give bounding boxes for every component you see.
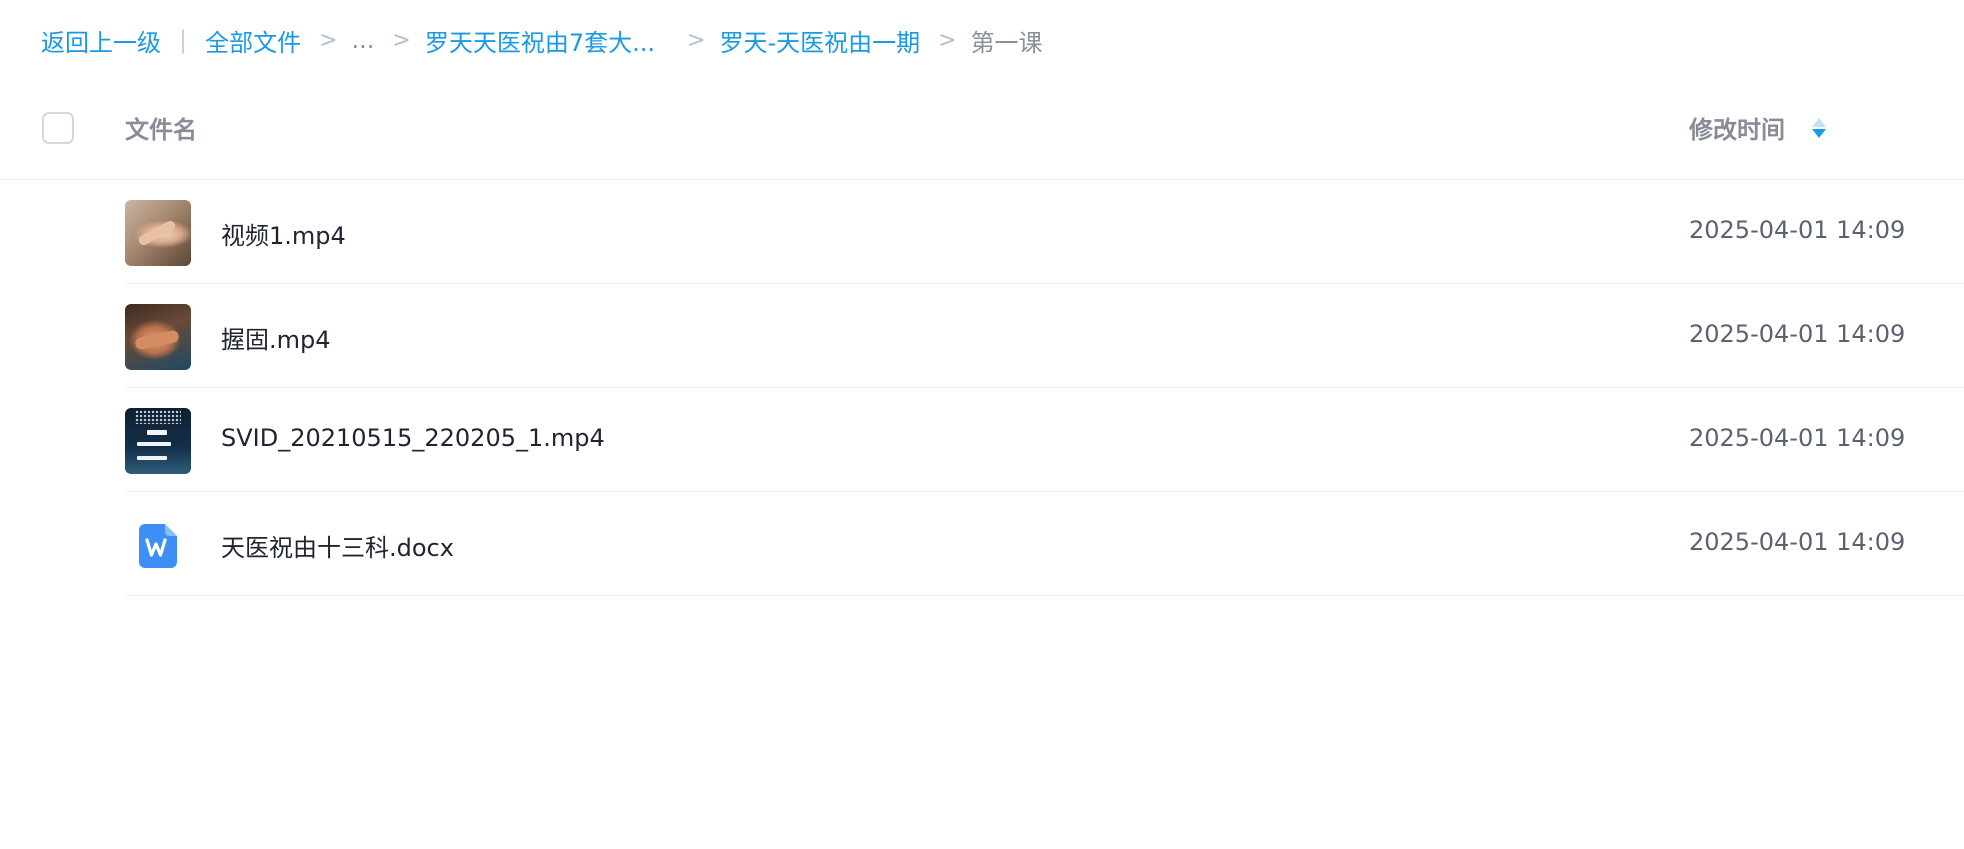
file-modified-time: 2025-04-01 14:09	[1689, 216, 1906, 244]
file-row[interactable]: 视频1.mp4 2025-04-01 14:09	[0, 180, 1964, 284]
breadcrumb-separator: >	[687, 27, 706, 53]
file-name[interactable]: SVID_20210515_220205_1.mp4	[221, 424, 605, 452]
breadcrumb-separator: >	[938, 27, 957, 53]
file-name[interactable]: 握固.mp4	[221, 320, 331, 355]
breadcrumb-ellipsis[interactable]: ...	[352, 26, 375, 54]
back-to-parent-link[interactable]: 返回上一级	[41, 23, 161, 58]
breadcrumb-current-folder: 第一课	[970, 28, 1043, 57]
breadcrumb: 返回上一级 | 全部文件 > ... > 罗天天医祝由7套大... > 罗天-天…	[41, 22, 1043, 58]
file-modified-time: 2025-04-01 14:09	[1689, 320, 1906, 348]
breadcrumb-folder-collection[interactable]: 罗天天医祝由7套大...	[425, 23, 655, 58]
file-modified-time: 2025-04-01 14:09	[1689, 528, 1906, 556]
column-header-filename[interactable]: 文件名	[125, 110, 197, 145]
column-header-modified-time[interactable]: 修改时间	[1689, 110, 1827, 145]
word-doc-icon	[139, 524, 177, 568]
breadcrumb-separator: >	[392, 27, 411, 53]
file-name[interactable]: 天医祝由十三科.docx	[221, 528, 454, 563]
column-header-modified-time-label: 修改时间	[1689, 116, 1785, 144]
file-list-header: 文件名 修改时间	[0, 88, 1964, 180]
select-all-checkbox[interactable]	[42, 112, 74, 144]
file-row[interactable]: SVID_20210515_220205_1.mp4 2025-04-01 14…	[0, 388, 1964, 492]
video-thumbnail	[125, 408, 191, 474]
video-thumbnail	[125, 200, 191, 266]
breadcrumb-separator: >	[319, 27, 338, 53]
file-modified-time: 2025-04-01 14:09	[1689, 424, 1906, 452]
file-browser: 返回上一级 | 全部文件 > ... > 罗天天医祝由7套大... > 罗天-天…	[0, 0, 1964, 849]
breadcrumb-divider: |	[179, 26, 188, 54]
file-list: 视频1.mp4 2025-04-01 14:09 握固.mp4 2025-04-…	[0, 180, 1964, 596]
breadcrumb-all-files[interactable]: 全部文件	[205, 23, 301, 58]
video-thumbnail	[125, 304, 191, 370]
file-row[interactable]: 天医祝由十三科.docx 2025-04-01 14:09	[0, 492, 1964, 596]
sort-desc-icon[interactable]	[1811, 115, 1827, 141]
breadcrumb-folder-phase-one[interactable]: 罗天-天医祝由一期	[719, 23, 920, 58]
file-row[interactable]: 握固.mp4 2025-04-01 14:09	[0, 284, 1964, 388]
file-name[interactable]: 视频1.mp4	[221, 216, 346, 251]
